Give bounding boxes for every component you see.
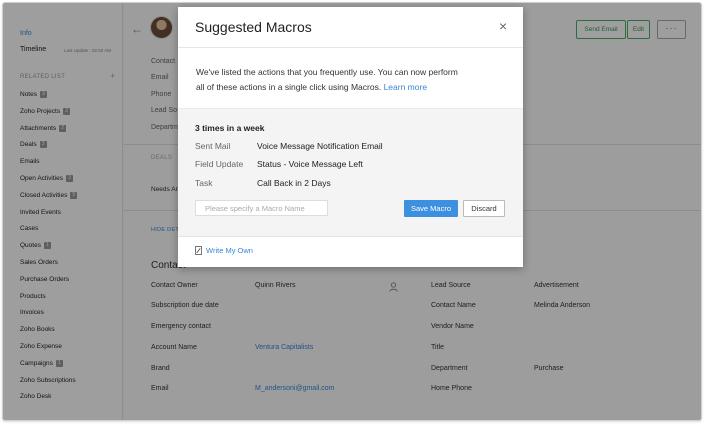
- action-value-sent-mail: Voice Message Notification Email: [257, 141, 383, 151]
- macro-frequency: 3 times in a week: [195, 123, 265, 133]
- action-label-task: Task: [195, 178, 213, 188]
- dialog-title: Suggested Macros: [195, 19, 312, 35]
- action-label-sent-mail: Sent Mail: [195, 141, 231, 151]
- description-line-2: all of these actions in a single click u…: [196, 82, 382, 92]
- divider: [178, 47, 523, 48]
- write-my-own-link[interactable]: Write My Own: [206, 246, 253, 255]
- save-macro-button[interactable]: Save Macro: [404, 200, 458, 217]
- dialog-description: We've listed the actions that you freque…: [196, 65, 476, 95]
- discard-button[interactable]: Discard: [463, 200, 505, 217]
- description-line-1: We've listed the actions that you freque…: [196, 67, 458, 77]
- macro-suggestion-panel: 3 times in a week Sent Mail Voice Messag…: [178, 108, 523, 237]
- macro-name-input[interactable]: [195, 200, 328, 216]
- action-value-task: Call Back in 2 Days: [257, 178, 331, 188]
- edit-document-icon[interactable]: [195, 246, 202, 255]
- action-value-field-update: Status - Voice Message Left: [257, 159, 363, 169]
- close-icon[interactable]: ×: [499, 19, 507, 33]
- suggested-macros-dialog: Suggested Macros × We've listed the acti…: [178, 7, 523, 267]
- learn-more-link[interactable]: Learn more: [384, 82, 427, 92]
- action-label-field-update: Field Update: [195, 159, 244, 169]
